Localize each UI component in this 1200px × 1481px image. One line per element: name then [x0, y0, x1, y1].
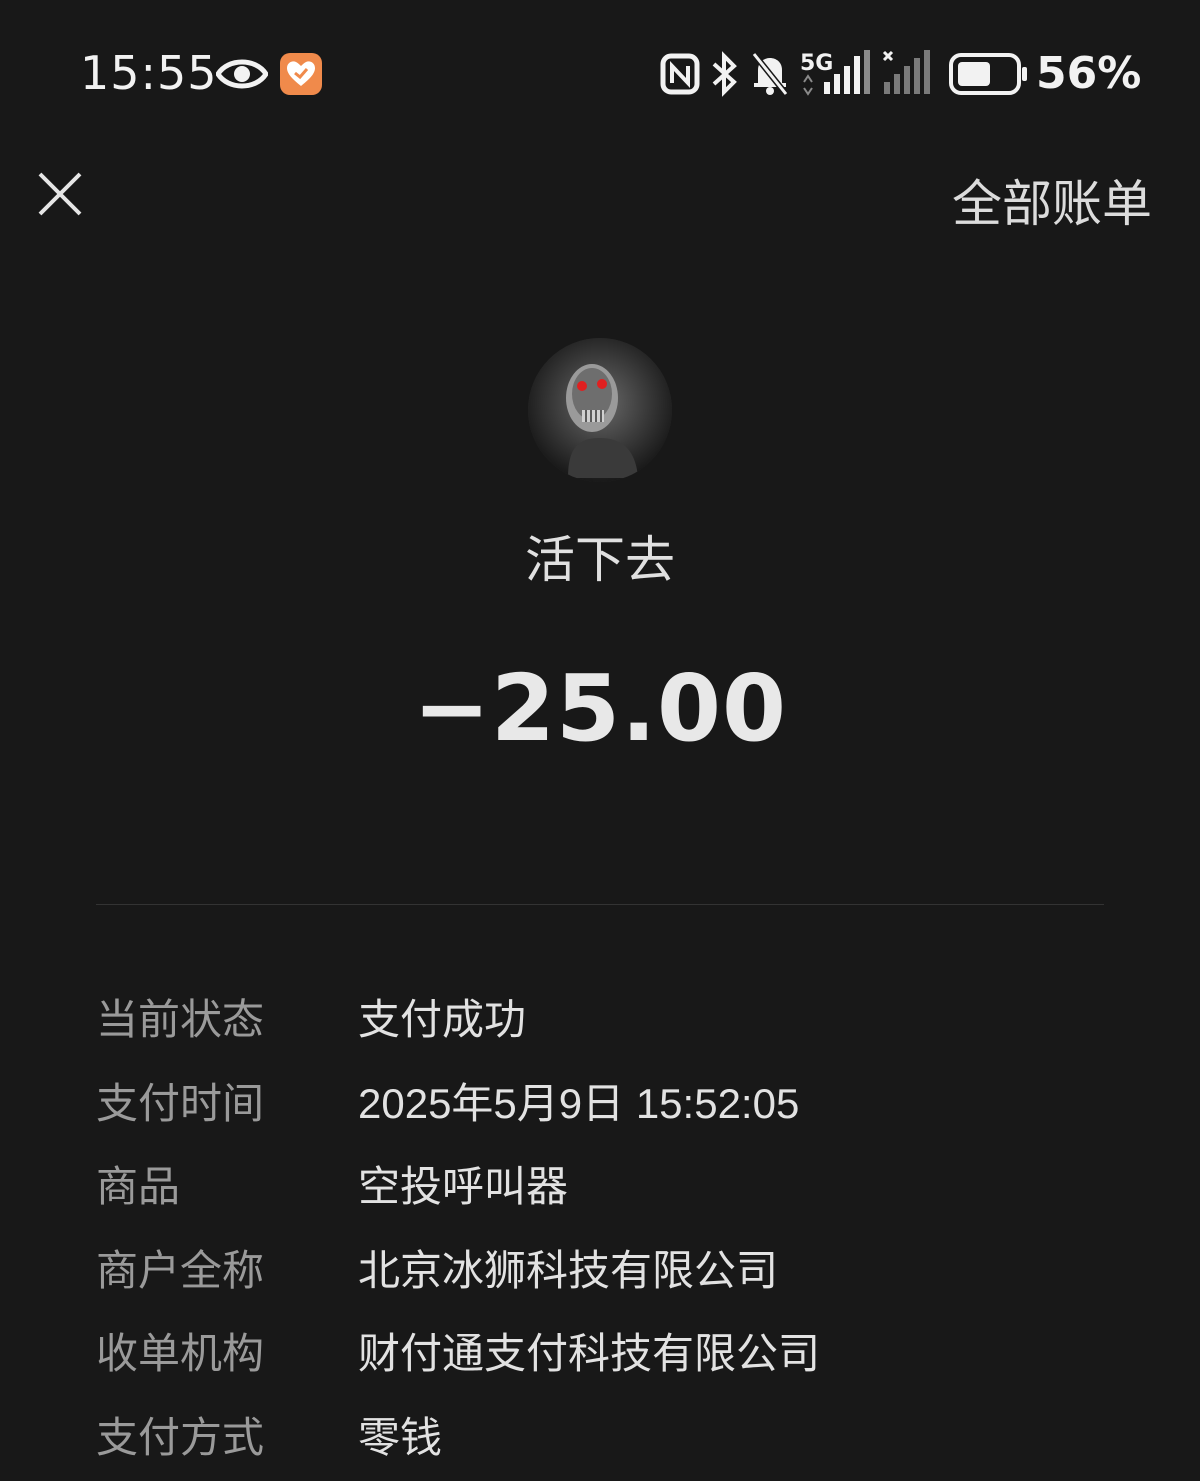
- app-notification-icon: [280, 53, 322, 95]
- eye-icon: [216, 54, 268, 94]
- detail-row-status: 当前状态 支付成功: [96, 980, 1104, 1064]
- battery-icon: [948, 52, 1030, 96]
- detail-row-method: 支付方式 零钱: [96, 1398, 1104, 1481]
- all-bills-link[interactable]: 全部账单: [952, 164, 1152, 236]
- divider: [96, 904, 1104, 905]
- detail-label: 商户全称: [96, 1237, 264, 1298]
- bell-muted-icon: [750, 50, 790, 96]
- signal-sim2-icon: [882, 48, 934, 96]
- close-icon[interactable]: [36, 170, 84, 218]
- detail-label: 商品: [96, 1153, 180, 1214]
- detail-value: 空投呼叫器: [358, 1153, 568, 1214]
- detail-label: 收单机构: [96, 1320, 264, 1381]
- battery-percent: 56%: [1036, 48, 1141, 99]
- detail-value: 支付成功: [358, 986, 526, 1047]
- avatar: [528, 338, 672, 482]
- detail-value: 北京冰狮科技有限公司: [358, 1237, 778, 1298]
- status-time: 15:55: [80, 46, 218, 100]
- detail-row-merchant: 商户全称 北京冰狮科技有限公司: [96, 1231, 1104, 1315]
- detail-value: 零钱: [358, 1404, 442, 1465]
- payment-details: 当前状态 支付成功 支付时间 2025年5月9日 15:52:05 商品 空投呼…: [96, 980, 1104, 1481]
- detail-value: 财付通支付科技有限公司: [358, 1320, 820, 1381]
- status-bar: 15:55 5G: [0, 0, 1200, 150]
- signal-5g-icon: 5G: [800, 48, 872, 96]
- detail-row-time: 支付时间 2025年5月9日 15:52:05: [96, 1064, 1104, 1148]
- bluetooth-icon: [710, 50, 740, 98]
- nfc-icon: [660, 53, 700, 95]
- payee-name: 活下去: [0, 520, 1200, 592]
- detail-label: 支付时间: [96, 1070, 264, 1131]
- detail-row-product: 商品 空投呼叫器: [96, 1147, 1104, 1231]
- detail-label: 当前状态: [96, 986, 264, 1047]
- detail-label: 支付方式: [96, 1404, 264, 1465]
- detail-row-acquirer: 收单机构 财付通支付科技有限公司: [96, 1314, 1104, 1398]
- detail-value: 2025年5月9日 15:52:05: [358, 1070, 799, 1131]
- network-type-label: 5G: [800, 51, 833, 76]
- payment-amount: −25.00: [0, 655, 1200, 762]
